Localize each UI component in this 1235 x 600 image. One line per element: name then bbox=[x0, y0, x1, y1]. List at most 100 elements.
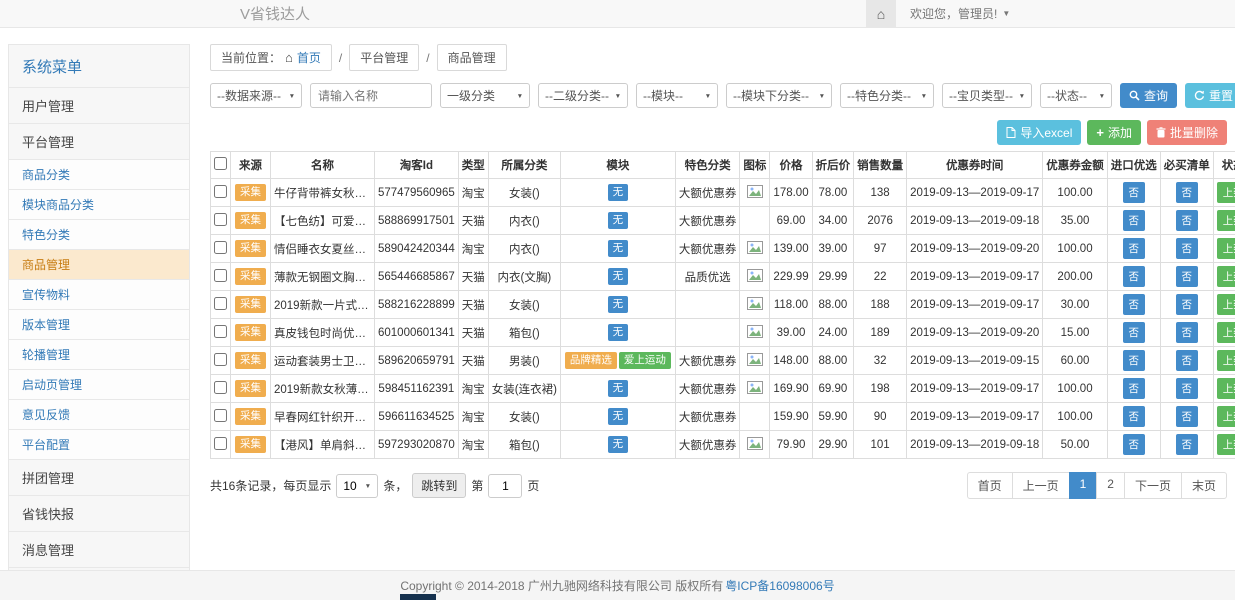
product-thumbnail-icon bbox=[747, 353, 763, 366]
page-button[interactable]: 2 bbox=[1096, 472, 1125, 499]
row-checkbox[interactable] bbox=[214, 297, 227, 310]
module-sub-category-select[interactable]: --模块下分类-- bbox=[726, 83, 832, 108]
per-page-select[interactable]: 10 bbox=[336, 474, 378, 498]
sidebar-item[interactable]: 省钱快报 bbox=[9, 495, 189, 531]
row-checkbox[interactable] bbox=[214, 325, 227, 338]
must-buy-toggle-button[interactable]: 否 bbox=[1176, 378, 1199, 399]
sidebar-item[interactable]: 平台管理 bbox=[9, 123, 189, 159]
import-select-toggle-button[interactable]: 否 bbox=[1123, 294, 1146, 315]
status-button[interactable]: 上架 bbox=[1217, 350, 1235, 371]
import-select-toggle-button[interactable]: 否 bbox=[1123, 406, 1146, 427]
batch-delete-button[interactable]: 批量删除 bbox=[1147, 120, 1227, 145]
import-select-toggle-button[interactable]: 否 bbox=[1123, 238, 1146, 259]
featured-category-select[interactable]: --特色分类-- bbox=[840, 83, 934, 108]
must-buy-toggle-button[interactable]: 否 bbox=[1176, 406, 1199, 427]
level2-category-select[interactable]: --二级分类-- bbox=[538, 83, 628, 108]
breadcrumb-item-platform[interactable]: 平台管理 bbox=[349, 44, 419, 71]
sidebar-item[interactable]: 宣传物料 bbox=[9, 279, 189, 309]
type-cell: 淘宝 bbox=[458, 235, 488, 263]
sidebar-item[interactable]: 商品分类 bbox=[9, 159, 189, 189]
must-buy-toggle-button[interactable]: 否 bbox=[1176, 350, 1199, 371]
sidebar-item[interactable]: 消息管理 bbox=[9, 531, 189, 567]
must-buy-toggle-button[interactable]: 否 bbox=[1176, 238, 1199, 259]
row-checkbox[interactable] bbox=[214, 269, 227, 282]
sidebar-item[interactable]: 用户管理 bbox=[9, 87, 189, 123]
sidebar-item[interactable]: 启动页管理 bbox=[9, 369, 189, 399]
status-button[interactable]: 上架 bbox=[1217, 378, 1235, 399]
source-badge: 采集 bbox=[235, 436, 266, 453]
import-excel-button[interactable]: 导入excel bbox=[997, 120, 1081, 145]
reset-button[interactable]: 重置 bbox=[1185, 83, 1235, 108]
column-header: 模块 bbox=[560, 152, 675, 179]
status-button[interactable]: 上架 bbox=[1217, 294, 1235, 315]
row-checkbox[interactable] bbox=[214, 213, 227, 226]
row-checkbox[interactable] bbox=[214, 241, 227, 254]
page-button[interactable]: 首页 bbox=[967, 472, 1013, 499]
sidebar-item[interactable]: 版本管理 bbox=[9, 309, 189, 339]
must-buy-toggle-button[interactable]: 否 bbox=[1176, 322, 1199, 343]
must-buy-toggle-button[interactable]: 否 bbox=[1176, 210, 1199, 231]
jump-button[interactable]: 跳转到 bbox=[412, 473, 466, 498]
import-select-toggle-button[interactable]: 否 bbox=[1123, 182, 1146, 203]
page-button[interactable]: 末页 bbox=[1181, 472, 1227, 499]
page-button[interactable]: 上一页 bbox=[1012, 472, 1070, 499]
status-button[interactable]: 上架 bbox=[1217, 182, 1235, 203]
must-buy-cell: 否 bbox=[1160, 319, 1213, 347]
import-select-cell: 否 bbox=[1107, 235, 1160, 263]
featured-category-cell: 大额优惠券 bbox=[675, 347, 740, 375]
page-button[interactable]: 1 bbox=[1069, 472, 1098, 499]
import-select-toggle-button[interactable]: 否 bbox=[1123, 266, 1146, 287]
import-select-toggle-button[interactable]: 否 bbox=[1123, 378, 1146, 399]
row-checkbox[interactable] bbox=[214, 185, 227, 198]
module-select[interactable]: --模块-- bbox=[636, 83, 718, 108]
import-select-toggle-button[interactable]: 否 bbox=[1123, 434, 1146, 455]
sales-cell: 188 bbox=[854, 291, 907, 319]
sidebar-heading: 系统菜单 bbox=[9, 45, 189, 87]
item-type-select[interactable]: --宝贝类型-- bbox=[942, 83, 1032, 108]
must-buy-toggle-button[interactable]: 否 bbox=[1176, 266, 1199, 287]
icon-cell bbox=[740, 207, 770, 235]
sidebar-item[interactable]: 轮播管理 bbox=[9, 339, 189, 369]
user-menu[interactable]: 欢迎您，管理员! ▼ bbox=[896, 0, 1024, 27]
page-button[interactable]: 下一页 bbox=[1124, 472, 1182, 499]
icon-cell bbox=[740, 291, 770, 319]
status-cell: 上架 bbox=[1213, 403, 1235, 431]
search-button[interactable]: 查询 bbox=[1120, 83, 1177, 108]
row-checkbox[interactable] bbox=[214, 409, 227, 422]
import-select-toggle-button[interactable]: 否 bbox=[1123, 350, 1146, 371]
select-all-checkbox[interactable] bbox=[214, 157, 227, 170]
row-checkbox[interactable] bbox=[214, 437, 227, 450]
must-buy-toggle-button[interactable]: 否 bbox=[1176, 434, 1199, 455]
home-button[interactable]: ⌂ bbox=[866, 0, 896, 27]
status-button[interactable]: 上架 bbox=[1217, 266, 1235, 287]
status-button[interactable]: 上架 bbox=[1217, 210, 1235, 231]
import-select-toggle-button[interactable]: 否 bbox=[1123, 322, 1146, 343]
import-select-toggle-button[interactable]: 否 bbox=[1123, 210, 1146, 231]
status-button[interactable]: 上架 bbox=[1217, 238, 1235, 259]
module-badge: 无 bbox=[608, 436, 629, 453]
sidebar-item[interactable]: 意见反馈 bbox=[9, 399, 189, 429]
breadcrumb-home-link[interactable]: 首页 bbox=[297, 49, 321, 66]
source-cell: 采集 bbox=[231, 319, 271, 347]
row-checkbox[interactable] bbox=[214, 381, 227, 394]
level1-category-select[interactable]: 一级分类 bbox=[440, 83, 530, 108]
data-source-select[interactable]: --数据来源-- bbox=[210, 83, 302, 108]
sidebar-item[interactable]: 特色分类 bbox=[9, 219, 189, 249]
status-button[interactable]: 上架 bbox=[1217, 406, 1235, 427]
status-button[interactable]: 上架 bbox=[1217, 434, 1235, 455]
name-search-input[interactable] bbox=[310, 83, 432, 108]
page-number-input[interactable] bbox=[488, 474, 522, 498]
sidebar-item[interactable]: 拼团管理 bbox=[9, 459, 189, 495]
add-button[interactable]: + 添加 bbox=[1087, 120, 1141, 145]
icp-link[interactable]: 粤ICP备16098006号 bbox=[725, 577, 834, 594]
discount-price-cell: 34.00 bbox=[812, 207, 854, 235]
status-select[interactable]: --状态-- bbox=[1040, 83, 1112, 108]
sidebar-item[interactable]: 模块商品分类 bbox=[9, 189, 189, 219]
row-checkbox[interactable] bbox=[214, 353, 227, 366]
status-button[interactable]: 上架 bbox=[1217, 322, 1235, 343]
must-buy-toggle-button[interactable]: 否 bbox=[1176, 294, 1199, 315]
sidebar-item[interactable]: 平台配置 bbox=[9, 429, 189, 459]
must-buy-toggle-button[interactable]: 否 bbox=[1176, 182, 1199, 203]
category-cell: 女装() bbox=[488, 403, 560, 431]
sidebar-item[interactable]: 商品管理 bbox=[9, 249, 189, 279]
